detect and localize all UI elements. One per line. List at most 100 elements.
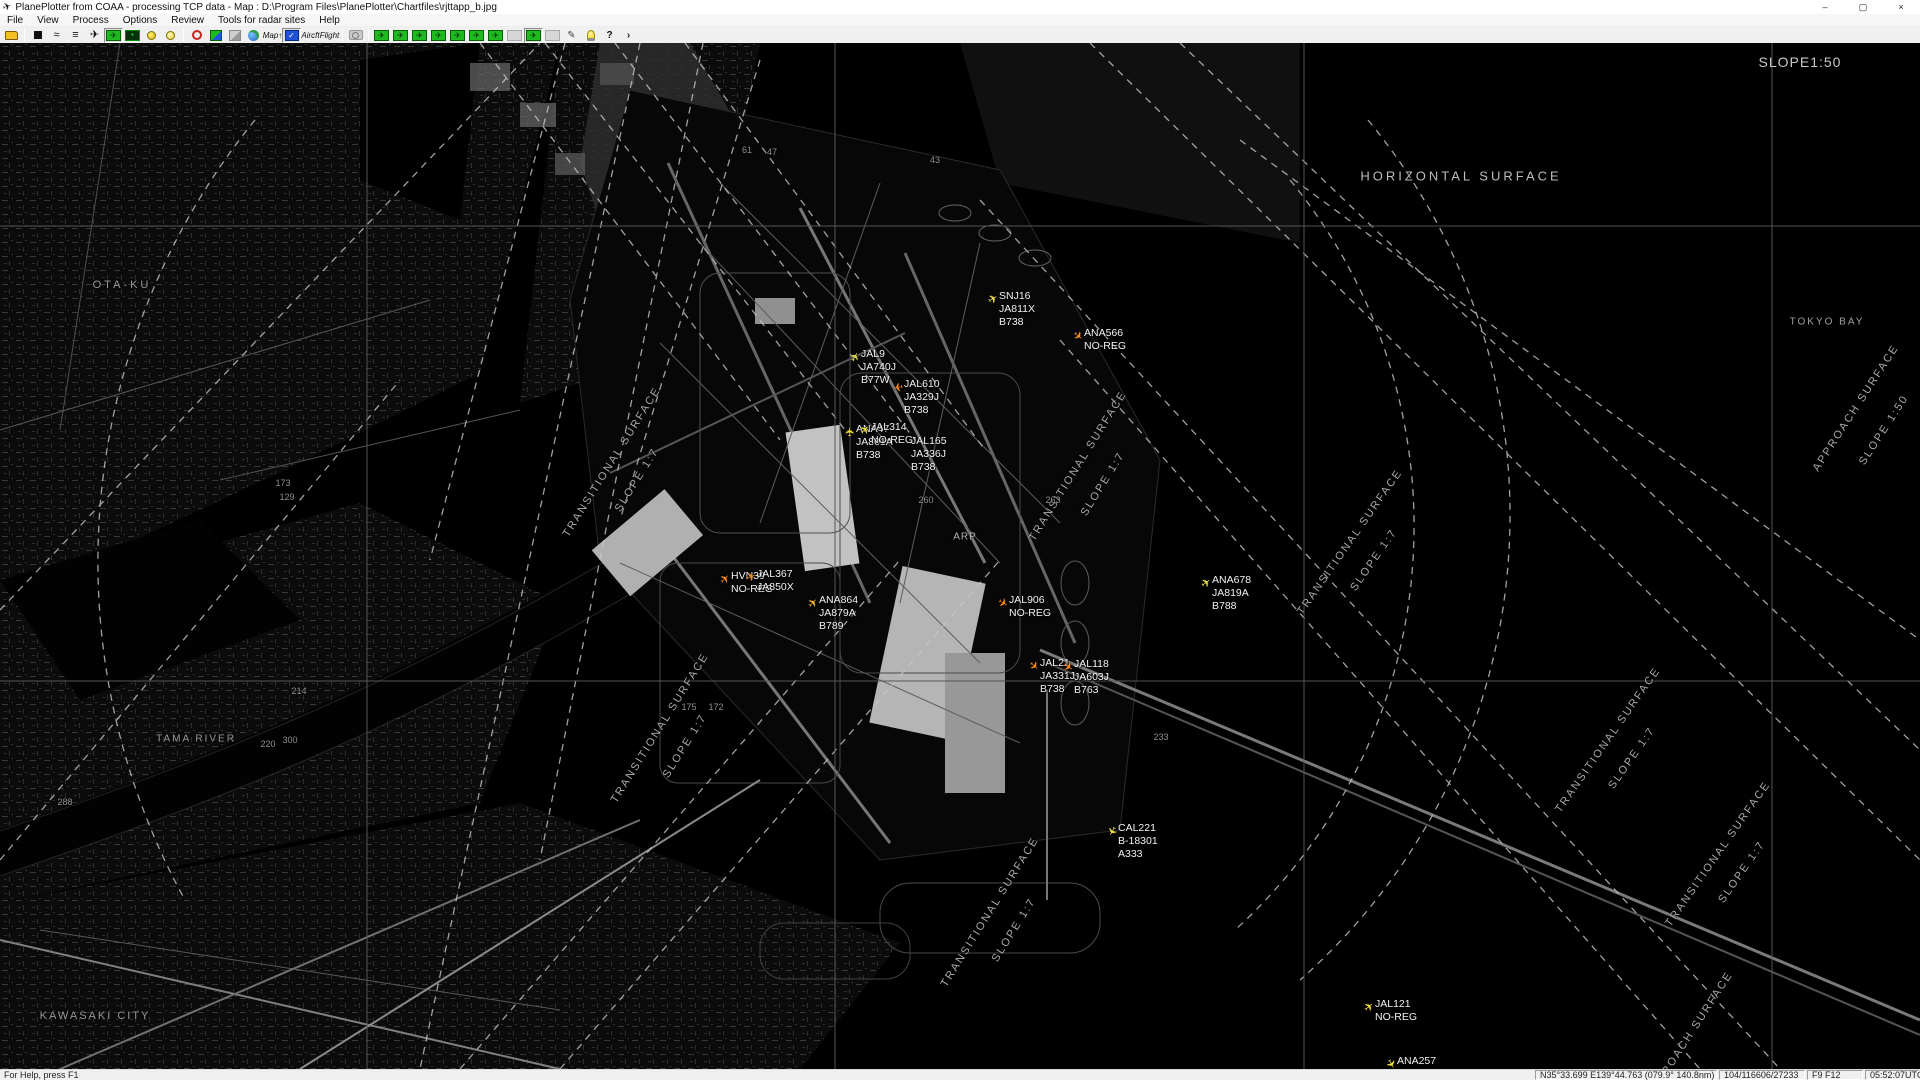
map-viewport[interactable]: SLOPE1:50HORIZONTAL SURFACETOKYO BAYOTA-… — [0, 43, 1920, 1069]
clock-local-button[interactable] — [161, 28, 180, 43]
menu-item-review[interactable]: Review — [164, 14, 211, 26]
map-label-43: 43 — [930, 155, 940, 165]
mark-icon: ✓ — [285, 30, 299, 41]
map-chart-icon: ✈ — [393, 30, 408, 41]
map-chart-icon: ✈ — [450, 30, 465, 41]
status-utc-time: 05:52:07UTC — [1865, 1070, 1919, 1080]
aircraft-reg: NO-REG — [871, 434, 913, 447]
world-view-button[interactable] — [244, 28, 263, 43]
minimize-button[interactable]: – — [1806, 0, 1844, 14]
status-bar: For Help, press F1 N35°33.699 E139°44.76… — [0, 1069, 1920, 1080]
tip-of-day-button[interactable] — [581, 28, 600, 43]
tools-icon — [229, 30, 241, 41]
menu-item-file[interactable]: File — [0, 14, 30, 26]
menu-item-options[interactable]: Options — [116, 14, 164, 26]
aircraft-callsign: JAL906 — [1009, 594, 1051, 607]
status-position: N35°33.699 E139°44.763 (079.9° 140.8nm) — [1535, 1070, 1717, 1080]
menu-item-tools-for-radar-sites[interactable]: Tools for radar sites — [211, 14, 312, 26]
status-function-keys: F9 F12 — [1807, 1070, 1863, 1080]
aircraft-reg: JA850X — [757, 581, 794, 594]
aircraft-type: B738 — [904, 404, 940, 417]
aircraft-type: B738 — [999, 316, 1035, 329]
chart-5-button[interactable]: ✈ — [448, 28, 467, 43]
message-list-button[interactable]: ≡ — [66, 28, 85, 43]
aircraft-type: B763 — [1074, 684, 1109, 697]
snapshot-disabled-button[interactable] — [346, 28, 365, 43]
aircraft-type: B738 — [911, 461, 947, 474]
aircraft-callsign: JAL314 — [871, 421, 913, 434]
map-label-300: 300 — [282, 735, 297, 745]
map-label-arp: ARP — [953, 532, 977, 543]
map-label-233: 233 — [1153, 732, 1168, 742]
planeplotter-window: ✈ PlanePlotter from COAA - processing TC… — [0, 0, 1920, 1080]
toolbar-separator — [183, 29, 184, 41]
chart-4-button[interactable]: ✈ — [429, 28, 448, 43]
aircraft-callsign: ANA678 — [1212, 574, 1251, 587]
aircraft-reg: NO-REG — [1084, 340, 1126, 353]
aircraft-tag: JAL906NO-REG — [1009, 594, 1051, 620]
aircraft-view-button[interactable]: ✈ — [85, 28, 104, 43]
map-chart-icon: ✈ — [431, 30, 446, 41]
aircraft-tag: CAL221B-18301A333 — [1118, 822, 1158, 861]
disabled-chart-icon — [507, 30, 522, 41]
context-help-button[interactable]: ? — [600, 28, 619, 43]
flight-labels-button[interactable]: Flight — [320, 28, 339, 43]
chart-9-button[interactable]: ✈ — [524, 28, 543, 43]
aircraft-reg: JA740J — [861, 361, 896, 374]
chart-7-button[interactable]: ✈ — [486, 28, 505, 43]
map-up-button[interactable]: Map↑ — [263, 28, 282, 43]
close-button[interactable]: × — [1882, 0, 1920, 14]
map-chart-icon: ✈ — [412, 30, 427, 41]
menu-item-process[interactable]: Process — [66, 14, 116, 26]
draw-line-button[interactable]: ✎ — [562, 28, 581, 43]
aircraft-labels-button[interactable]: Aircft — [301, 28, 320, 43]
map-label-tama-river: TAMA RIVER — [156, 734, 236, 745]
pencil-icon: ✎ — [567, 30, 575, 41]
map-window-button[interactable]: ✈ — [104, 28, 123, 43]
aircraft-reg: JA603J — [1074, 671, 1109, 684]
map-label-ota-ku: OTA-KU — [93, 279, 152, 291]
chevron-right-icon: › — [627, 30, 630, 41]
maximize-button[interactable]: ▢ — [1844, 0, 1882, 14]
airport-features — [570, 90, 1160, 979]
camera-icon — [349, 30, 363, 40]
window-title: PlanePlotter from COAA - processing TCP … — [15, 2, 1806, 13]
chart-1-button[interactable]: ✈ — [372, 28, 391, 43]
sharing-master-button[interactable] — [206, 28, 225, 43]
open-file-button[interactable] — [2, 28, 21, 43]
aircraft-tag: JAL314NO-REG — [871, 421, 913, 447]
menu-item-view[interactable]: View — [30, 14, 66, 26]
stop-sharing-button[interactable] — [187, 28, 206, 43]
toolbar: ≈≡✈✈•Map↑✓AircftFlight✈✈✈✈✈✈✈✈✎?› — [0, 27, 1920, 43]
aircraft-reg: NO-REG — [1375, 1011, 1417, 1024]
clock-utc-button[interactable] — [142, 28, 161, 43]
aircraft-icon: ✈ — [844, 427, 856, 437]
chart-3-button[interactable]: ✈ — [410, 28, 429, 43]
aircraft-callsign: JAL121 — [1375, 998, 1417, 1011]
aircraft-type: A333 — [1118, 848, 1158, 861]
dark-chart-icon: • — [125, 30, 140, 41]
toolbar-overflow-button[interactable]: › — [619, 28, 638, 43]
clock-icon — [166, 31, 175, 40]
map-label-kawasaki-city: KAWASAKI CITY — [40, 1010, 151, 1022]
chart-2-button[interactable]: ✈ — [391, 28, 410, 43]
stop-button[interactable] — [28, 28, 47, 43]
aircraft-tag: ANA678JA819AB788 — [1212, 574, 1251, 613]
map-label-47: 47 — [767, 147, 777, 157]
chart-6-button[interactable]: ✈ — [467, 28, 486, 43]
map-label-tokyo-bay: TOKYO BAY — [1790, 317, 1865, 328]
aircraft-callsign: ANA864 — [819, 594, 858, 607]
aircraft-reg: JA336J — [911, 448, 947, 461]
chart-10-disabled-button[interactable] — [543, 28, 562, 43]
aircraft-type: B788 — [1212, 600, 1251, 613]
clock-icon — [147, 31, 156, 40]
chart-8-disabled-button[interactable] — [505, 28, 524, 43]
tools-disabled-button[interactable] — [225, 28, 244, 43]
map-label-260: 260 — [918, 495, 933, 505]
aircraft-callsign: CAL221 — [1118, 822, 1158, 835]
menu-item-help[interactable]: Help — [312, 14, 347, 26]
mark-mode-button[interactable]: ✓ — [282, 28, 301, 43]
signal-wave-button[interactable]: ≈ — [47, 28, 66, 43]
aircraft-tag: JAL9JA740JB77W — [861, 348, 896, 387]
chart-window-dark-button[interactable]: • — [123, 28, 142, 43]
